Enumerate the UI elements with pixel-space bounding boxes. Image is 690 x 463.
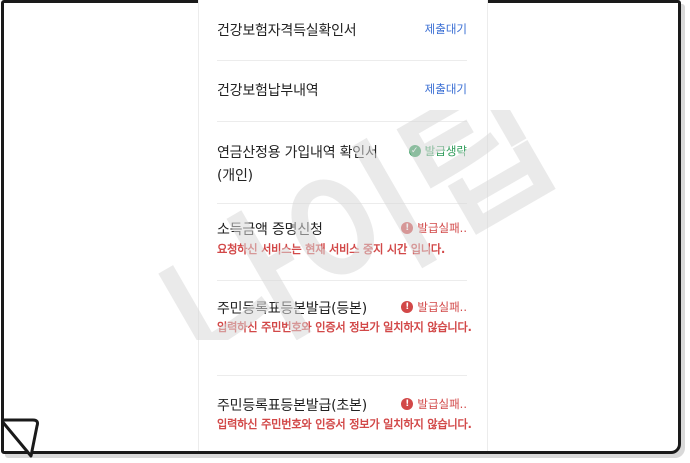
error-message: 입력하신 주민번호와 인증서 정보가 일치하지 않습니다. (217, 321, 472, 334)
list-item[interactable]: 소득금액 증명신청 ! 발급실패.. 요청하신 서비스는 현재 서비스 중지 시… (217, 219, 467, 263)
status-failed: ! 발급실패.. (401, 395, 467, 413)
status-label: 발급실패.. (417, 300, 467, 314)
status-pending: 제출대기 (425, 20, 467, 38)
document-list: 건강보험자격득실확인서 제출대기 건강보험납부내역 제출대기 연금산정용 가입내… (198, 0, 488, 451)
status-label: 발급생략 (424, 144, 467, 158)
list-item[interactable]: 건강보험납부내역 제출대기 (217, 80, 467, 104)
divider (217, 375, 467, 376)
divider (217, 203, 467, 204)
document-title: 주민등록표등본발급(초본) (217, 398, 368, 414)
status-label: 제출대기 (424, 82, 467, 96)
list-item[interactable]: 주민등록표등본발급(등본) ! 발급실패.. 입력하신 주민번호와 인증서 정보… (217, 298, 472, 354)
document-title: 건강보험자격득실확인서 (217, 23, 357, 39)
list-item[interactable]: 주민등록표등본발급(초본) ! 발급실패.. 입력하신 주민번호와 인증서 정보… (217, 395, 472, 451)
divider (217, 60, 467, 61)
status-pending: 제출대기 (425, 80, 467, 98)
alert-circle-icon: ! (401, 398, 414, 410)
alert-circle-icon: ! (401, 222, 414, 234)
status-label: 제출대기 (424, 22, 467, 36)
divider (217, 280, 467, 281)
status-failed: ! 발급실패.. (401, 298, 467, 316)
status-failed: ! 발급실패.. (401, 219, 467, 237)
check-circle-icon: ✓ (408, 145, 421, 157)
list-item[interactable]: 건강보험자격득실확인서 제출대기 (217, 20, 467, 44)
list-item[interactable]: 연금산정용 가입내역 확인서(개인) ✓ 발급생략 (217, 142, 467, 190)
document-title: 건강보험납부내역 (217, 83, 319, 99)
document-title: 소득금액 증명신청 (217, 222, 323, 238)
document-title: 주민등록표등본발급(등본) (217, 301, 368, 317)
status-label: 발급실패.. (417, 397, 467, 411)
document-title: 연금산정용 가입내역 확인서(개인) (217, 145, 378, 184)
page-curl-icon (1, 418, 39, 458)
divider (217, 121, 467, 122)
error-message: 요청하신 서비스는 현재 서비스 중지 시간 입니다. (217, 243, 446, 256)
error-message: 입력하신 주민번호와 인증서 정보가 일치하지 않습니다. (217, 418, 472, 431)
status-omitted: ✓ 발급생략 (408, 142, 467, 160)
alert-circle-icon: ! (401, 301, 414, 313)
status-label: 발급실패.. (417, 221, 467, 235)
